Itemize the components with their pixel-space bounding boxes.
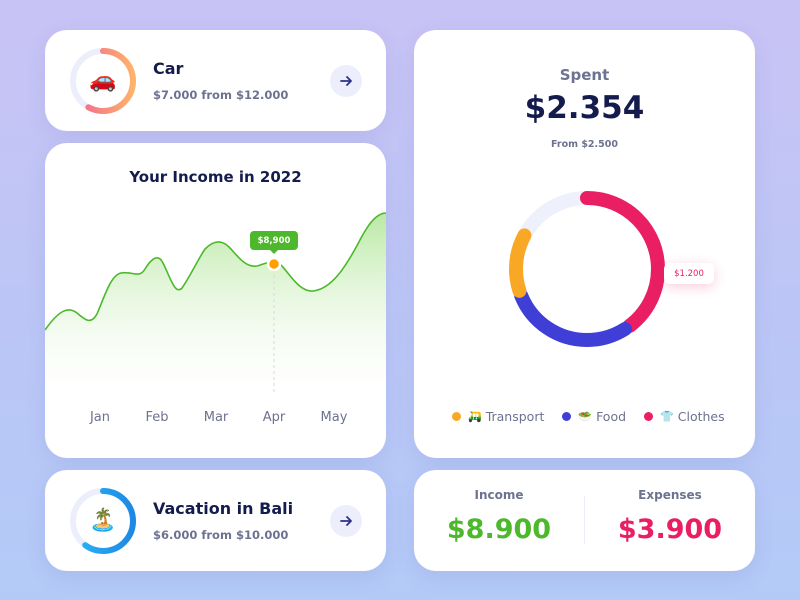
- legend-label: Clothes: [677, 409, 725, 424]
- spent-label: Spent: [559, 66, 610, 84]
- car-goal-card[interactable]: 🚗 Car $7.000 from $12.000: [45, 30, 386, 131]
- highlight-point[interactable]: [266, 256, 282, 272]
- legend-transport: 🛺 Transport: [452, 409, 544, 424]
- goal-subtitle: $6.000 from $10.000: [153, 528, 289, 542]
- goal-title: Car: [153, 59, 184, 78]
- legend-label: Transport: [485, 409, 545, 424]
- expenses-label: Expenses: [638, 488, 702, 502]
- month-label: May: [320, 410, 348, 425]
- transport-icon: 🛺: [468, 410, 482, 423]
- income-value: $8.900: [446, 514, 552, 545]
- income-area: [45, 213, 386, 393]
- goal-title: Vacation in Bali: [153, 499, 294, 518]
- spending-donut-chart: [509, 191, 665, 347]
- income-chart-card: Your Income in 2022 $8,900 Jan Feb Mar A…: [45, 143, 386, 458]
- arrow-right-icon: [340, 75, 352, 86]
- goal-subtitle: $7.000 from $12.000: [153, 88, 289, 102]
- car-icon: 🚗: [89, 67, 117, 93]
- car-progress-ring: 🚗: [67, 45, 139, 117]
- vacation-progress-ring: 🏝️: [67, 485, 139, 557]
- expenses-summary: Expenses $3.900: [585, 470, 755, 545]
- car-arrow-button[interactable]: [330, 64, 362, 97]
- island-icon: 🏝️: [89, 507, 117, 533]
- legend-label: Food: [596, 409, 627, 424]
- spent-amount: $2.354: [524, 90, 645, 126]
- month-label: Mar: [203, 410, 229, 425]
- food-icon: 🥗: [578, 410, 593, 423]
- spent-card: Spent $2.354 From $2.500 $1.200 🛺 Transp…: [414, 30, 755, 458]
- month-label: Jan: [89, 410, 111, 425]
- month-label: Feb: [145, 410, 169, 425]
- vacation-goal-card[interactable]: 🏝️ Vacation in Bali $6.000 from $10.000: [45, 470, 386, 571]
- income-tooltip: $8,900: [250, 231, 298, 254]
- expenses-value: $3.900: [617, 514, 723, 545]
- spent-legend: 🛺 Transport 🥗 Food 👕 Clothes: [452, 409, 725, 424]
- spent-from: From $2.500: [551, 139, 618, 150]
- summary-card: Income $8.900 Expenses $3.900: [414, 470, 755, 571]
- income-label: Income: [474, 488, 524, 502]
- legend-clothes: 👕 Clothes: [644, 409, 725, 424]
- arrow-right-icon: [340, 515, 352, 526]
- food-dot: [562, 412, 572, 421]
- transport-dot: [452, 412, 461, 421]
- income-summary: Income $8.900: [414, 470, 584, 545]
- clothes-dot: [644, 412, 654, 421]
- month-label: Apr: [262, 410, 286, 425]
- clothes-icon: 👕: [660, 410, 674, 423]
- clothes-tooltip: $1.200: [664, 263, 714, 284]
- legend-food: 🥗 Food: [562, 409, 626, 424]
- vacation-arrow-button[interactable]: [330, 504, 362, 537]
